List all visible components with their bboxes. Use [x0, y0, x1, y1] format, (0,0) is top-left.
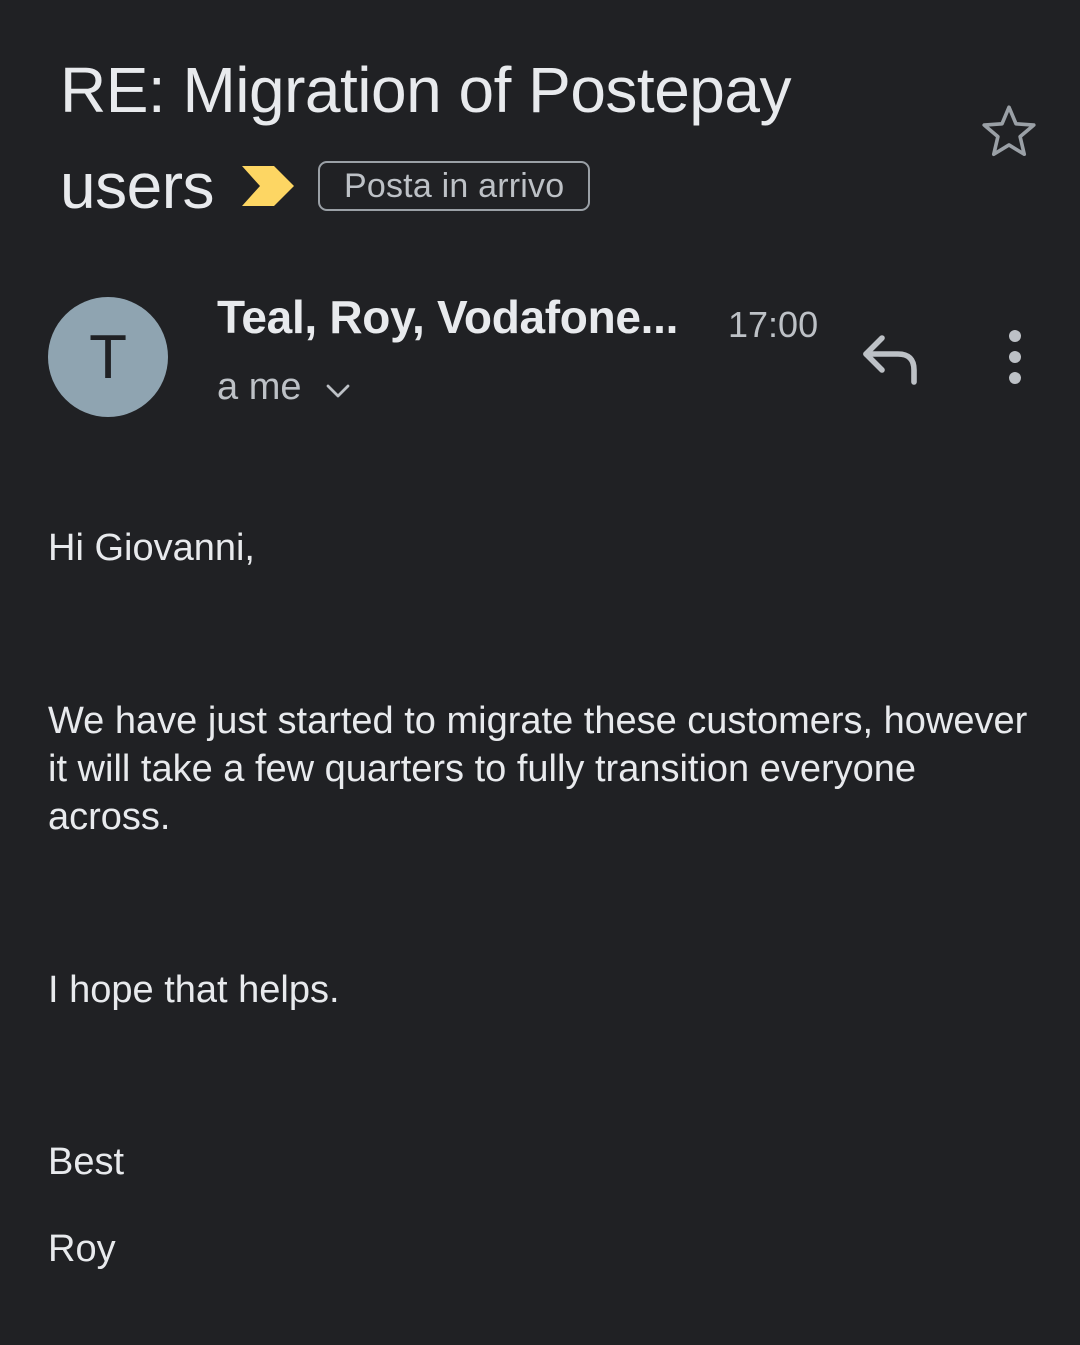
body-closing-line: I hope that helps. [48, 969, 340, 1011]
recipients-label: a me [217, 366, 302, 408]
email-subject: RE: Migration of Postepay users Posta in… [60, 42, 920, 234]
body-paragraph: We have just started to migrate these cu… [48, 700, 1028, 838]
more-vert-icon[interactable] [994, 328, 1036, 386]
label-chip-inbox[interactable]: Posta in arrivo [318, 161, 591, 211]
body-signature: Roy [48, 1228, 116, 1270]
importance-marker-icon[interactable] [242, 166, 294, 206]
body-greeting: Hi Giovanni, [48, 527, 255, 569]
subject-line-1: RE: Migration of Postepay [60, 54, 791, 126]
message-time: 17:00 [728, 304, 819, 345]
chevron-down-icon [327, 384, 350, 397]
star-icon[interactable] [978, 100, 1040, 162]
avatar[interactable]: T [48, 297, 168, 417]
sender-name: Teal, Roy, Vodafone... [217, 291, 679, 343]
recipients-toggle[interactable]: a me [217, 366, 353, 409]
body-signoff: Best [48, 1141, 125, 1183]
subject-line-2: users [60, 150, 215, 222]
reply-icon[interactable] [858, 330, 922, 386]
